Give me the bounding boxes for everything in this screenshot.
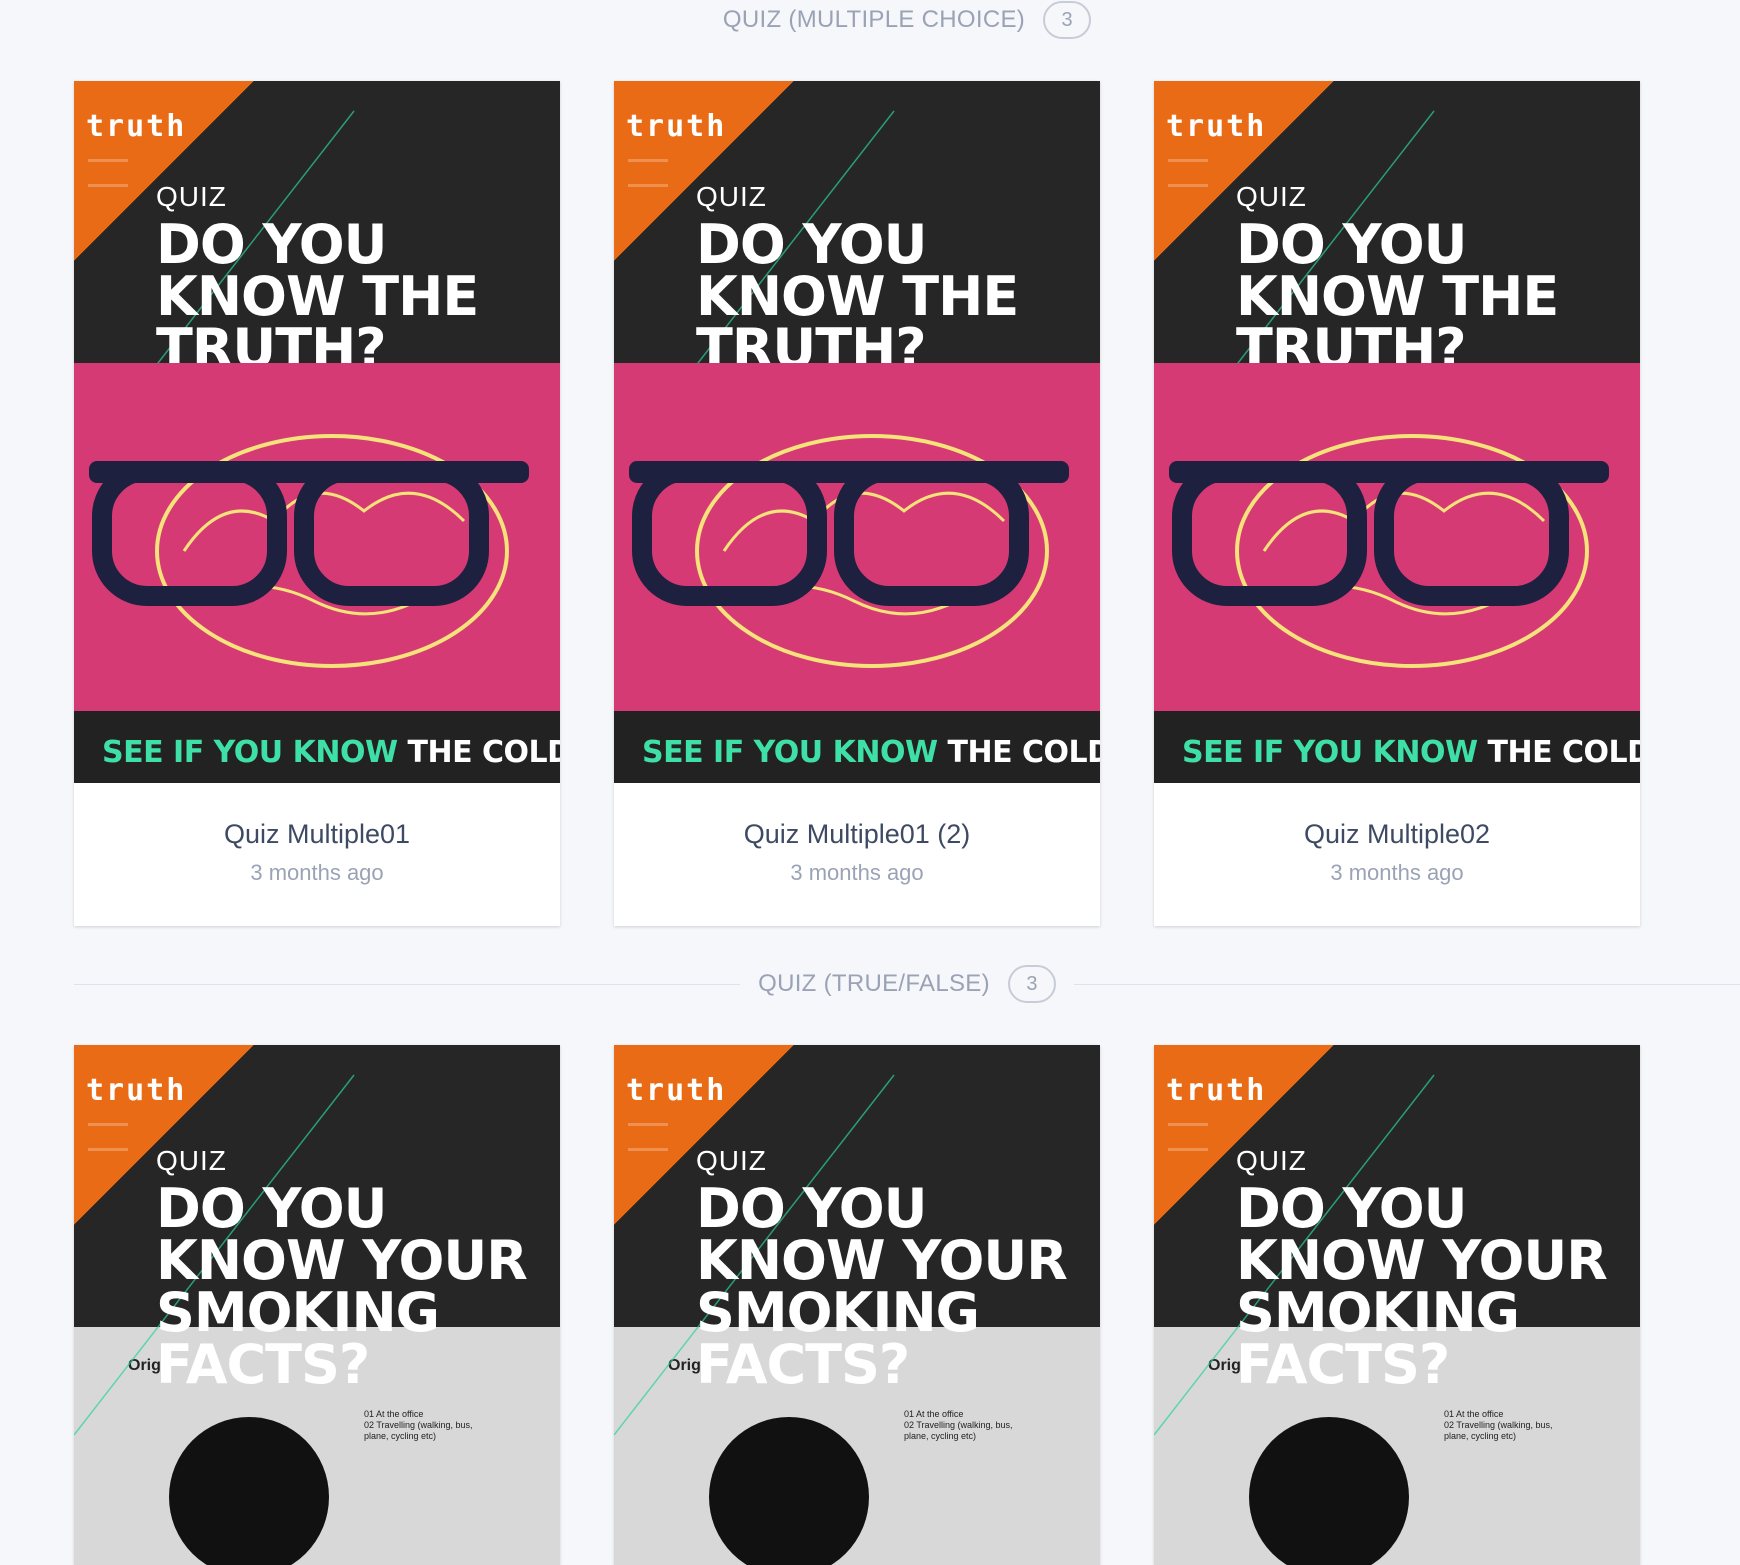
section-title: QUIZ (TRUE/FALSE) xyxy=(758,970,990,997)
quiz-card[interactable]: Orig 01 At the office 02 Travelling (wal… xyxy=(74,1045,560,1565)
card-title[interactable]: Quiz Multiple02 xyxy=(1154,783,1640,850)
quiz-thumbnail: Orig 01 At the office 02 Travelling (wal… xyxy=(1154,1045,1640,1565)
thumb-headline: DO YOU KNOW YOUR SMOKING FACTS? xyxy=(696,1177,1068,1396)
divider-left xyxy=(74,20,705,21)
divider-left xyxy=(74,983,741,985)
card-title[interactable]: Quiz Multiple01 xyxy=(74,783,560,850)
quiz-card[interactable]: truth QUIZ DO YOU KNOW THE TRUTH? SEE IF… xyxy=(74,81,560,926)
card-timestamp: 3 months ago xyxy=(250,860,384,885)
thumb-headline: DO YOU KNOW YOUR SMOKING FACTS? xyxy=(156,1177,528,1396)
quiz-thumbnail: Orig 01 At the office 02 Travelling (wal… xyxy=(74,1045,560,1565)
brain-glasses-illustration xyxy=(629,434,1069,668)
count-badge: 3 xyxy=(1007,965,1056,1003)
brain-glasses-illustration xyxy=(1169,434,1609,668)
menu-icon xyxy=(1168,1123,1208,1151)
card-title[interactable]: Quiz Multiple01 (2) xyxy=(614,783,1100,850)
quiz-card[interactable]: truth QUIZ DO YOU KNOW THE TRUTH? SEE IF… xyxy=(614,81,1100,926)
brain-glasses-illustration xyxy=(89,434,529,668)
quiz-thumbnail: truth QUIZ DO YOU KNOW THE TRUTH? SEE IF… xyxy=(74,81,560,783)
divider-right xyxy=(1073,983,1740,985)
quiz-card[interactable]: Orig 01 At the office 02 Travelling (wal… xyxy=(614,1045,1100,1565)
thumb-tagline: SEE IF YOU KNOW THE COLD xyxy=(1182,735,1640,770)
quiz-thumbnail: truth QUIZ DO YOU KNOW THE TRUTH? SEE IF… xyxy=(1154,81,1640,783)
truth-logo: truth xyxy=(1166,1073,1267,1108)
truth-logo: truth xyxy=(86,1073,187,1108)
thumb-tagline: SEE IF YOU KNOW THE COLD xyxy=(642,735,1100,770)
quiz-card[interactable]: Orig 01 At the office 02 Travelling (wal… xyxy=(1154,1045,1640,1565)
divider-right xyxy=(1109,20,1740,21)
card-timestamp: 3 months ago xyxy=(790,860,924,885)
menu-icon xyxy=(628,1123,668,1151)
quiz-thumbnail: truth QUIZ DO YOU KNOW THE TRUTH? SEE IF… xyxy=(614,81,1100,783)
thumb-kicker: QUIZ xyxy=(156,1145,227,1176)
count-badge: 3 xyxy=(1043,1,1092,39)
menu-icon xyxy=(88,1123,128,1151)
thumb-tagline: SEE IF YOU KNOW THE COLD xyxy=(102,735,560,770)
thumb-kicker: QUIZ xyxy=(1236,1145,1307,1176)
section-header-true-false: QUIZ (TRUE/FALSE) 3 xyxy=(74,964,1740,1004)
quiz-card[interactable]: truth QUIZ DO YOU KNOW THE TRUTH? SEE IF… xyxy=(1154,81,1640,926)
section-title: QUIZ (MULTIPLE CHOICE) xyxy=(722,6,1026,33)
truth-logo: truth xyxy=(626,1073,727,1108)
quiz-thumbnail: Orig 01 At the office 02 Travelling (wal… xyxy=(614,1045,1100,1565)
thumb-headline: DO YOU KNOW YOUR SMOKING FACTS? xyxy=(1236,1177,1608,1396)
card-timestamp: 3 months ago xyxy=(1330,860,1464,885)
section-header-multiple-choice: QUIZ (MULTIPLE CHOICE) 3 xyxy=(74,0,1740,40)
thumb-kicker: QUIZ xyxy=(696,1145,767,1176)
